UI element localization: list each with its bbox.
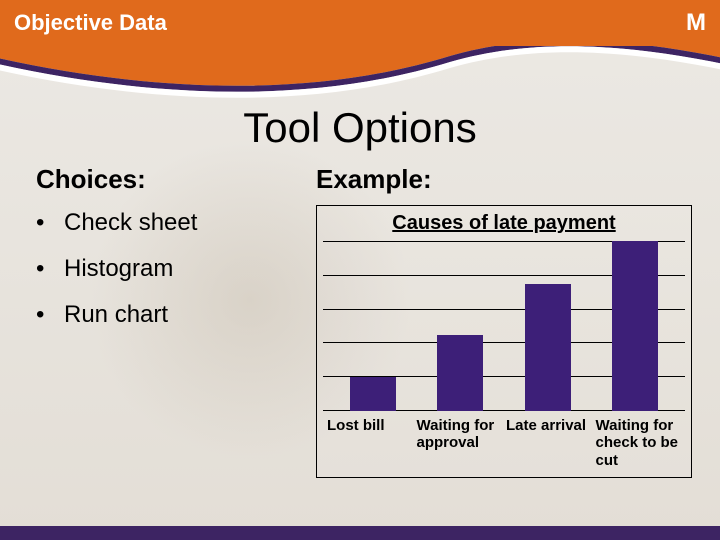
chart-x-label: Lost bill — [325, 417, 415, 469]
chart-x-label: Waiting for check to be cut — [594, 417, 684, 469]
chart-x-labels: Lost billWaiting for approvalLate arriva… — [323, 411, 685, 477]
choice-label: Histogram — [64, 255, 173, 283]
list-item: •Check sheet — [36, 209, 310, 237]
choices-heading: Choices: — [36, 164, 310, 195]
example-heading: Example: — [316, 164, 692, 195]
header-badge: M — [686, 9, 706, 37]
chart-bar — [525, 284, 571, 412]
chart-plot-area — [323, 241, 685, 411]
choice-label: Run chart — [64, 301, 168, 329]
chart-title: Causes of late payment — [323, 212, 685, 235]
chart-x-label: Late arrival — [504, 417, 594, 469]
content-area: Tool Options Choices: •Check sheet •Hist… — [0, 100, 720, 520]
header-bar: Objective Data M — [0, 0, 720, 46]
chart-bar — [437, 335, 483, 412]
chart-container: Causes of late payment Lost billWaiting … — [316, 205, 692, 478]
chart-bar — [350, 377, 396, 411]
chart-x-label: Waiting for approval — [415, 417, 505, 469]
footer-band — [0, 526, 720, 540]
right-column: Example: Causes of late payment Lost bil… — [310, 164, 720, 478]
choices-list: •Check sheet •Histogram •Run chart — [36, 209, 310, 329]
chart-bar — [612, 241, 658, 411]
list-item: •Histogram — [36, 255, 310, 283]
slide: Objective Data M Tool Options Choices: •… — [0, 0, 720, 540]
columns: Choices: •Check sheet •Histogram •Run ch… — [0, 164, 720, 478]
choice-label: Check sheet — [64, 209, 197, 237]
list-item: •Run chart — [36, 301, 310, 329]
left-column: Choices: •Check sheet •Histogram •Run ch… — [0, 164, 310, 478]
chart-bars — [323, 241, 685, 411]
header-title: Objective Data — [14, 10, 686, 36]
main-title: Tool Options — [0, 104, 720, 152]
